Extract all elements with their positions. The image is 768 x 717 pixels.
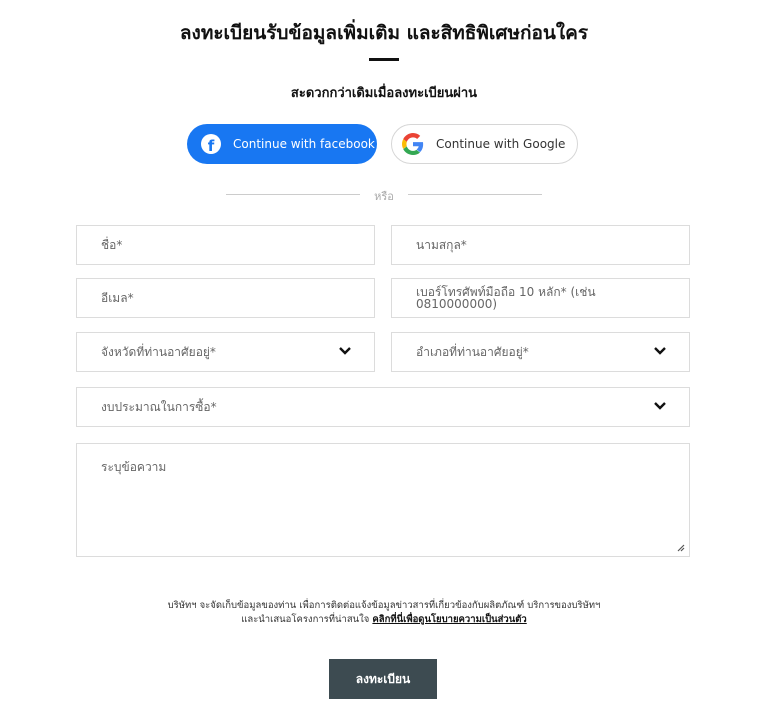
email-placeholder: อีเมล* [101, 290, 134, 305]
last-name-field[interactable]: นามสกุล* [391, 225, 690, 265]
chevron-down-icon [654, 347, 666, 355]
google-login-button[interactable]: Continue with Google [391, 124, 578, 164]
consent-line-2-wrap: และนำเสนอโครงการที่น่าสนใจ คลิกที่นี่เพื… [0, 613, 768, 627]
page-subtitle: สะดวกกว่าเดิมเมื่อลงทะเบียนผ่าน [290, 86, 478, 101]
divider-left [226, 194, 360, 195]
divider-right [408, 194, 542, 195]
phone-placeholder: เบอร์โทรศัพท์มือถือ 10 หลัก* (เช่น 08100… [416, 285, 596, 311]
facebook-login-label: Continue with facebook [233, 137, 375, 151]
facebook-login-button[interactable]: f Continue with facebook [187, 124, 377, 164]
consent-line-1: บริษัทฯ จะจัดเก็บข้อมูลของท่าน เพื่อการต… [167, 600, 601, 611]
divider-or-text: หรือ [374, 190, 394, 203]
email-field[interactable]: อีเมล* [76, 278, 375, 318]
budget-select[interactable]: งบประมาณในการซื้อ* [76, 387, 690, 427]
register-button[interactable]: ลงทะเบียน [329, 659, 437, 699]
consent-notice: บริษัทฯ จะจัดเก็บข้อมูลของท่าน เพื่อการต… [0, 599, 768, 627]
title-underline [369, 58, 399, 61]
phone-field[interactable]: เบอร์โทรศัพท์มือถือ 10 หลัก* (เช่น 08100… [391, 278, 690, 318]
province-placeholder: จังหวัดที่ท่านอาศัยอยู่* [101, 344, 216, 359]
chevron-down-icon [339, 347, 351, 355]
budget-placeholder: งบประมาณในการซื้อ* [101, 399, 217, 414]
district-select[interactable]: อำเภอที่ท่านอาศัยอยู่* [391, 332, 690, 372]
district-placeholder: อำเภอที่ท่านอาศัยอยู่* [416, 344, 529, 359]
google-login-label: Continue with Google [436, 137, 566, 151]
page-title: ลงทะเบียนรับข้อมูลเพิ่มเติม และสิทธิพิเศ… [179, 22, 589, 44]
consent-line-2: และนำเสนอโครงการที่น่าสนใจ [241, 614, 370, 625]
resize-handle-icon[interactable] [675, 542, 685, 552]
first-name-placeholder: ชื่อ* [101, 237, 123, 252]
message-textarea[interactable]: ระบุข้อความ [76, 443, 690, 557]
message-placeholder: ระบุข้อความ [101, 460, 167, 474]
chevron-down-icon [654, 402, 666, 410]
privacy-policy-link[interactable]: คลิกที่นี่เพื่อดูนโยบายความเป็นส่วนตัว [372, 614, 526, 625]
last-name-placeholder: นามสกุล* [416, 237, 467, 252]
first-name-field[interactable]: ชื่อ* [76, 225, 375, 265]
facebook-icon: f [201, 134, 221, 154]
google-icon [402, 133, 424, 155]
province-select[interactable]: จังหวัดที่ท่านอาศัยอยู่* [76, 332, 375, 372]
